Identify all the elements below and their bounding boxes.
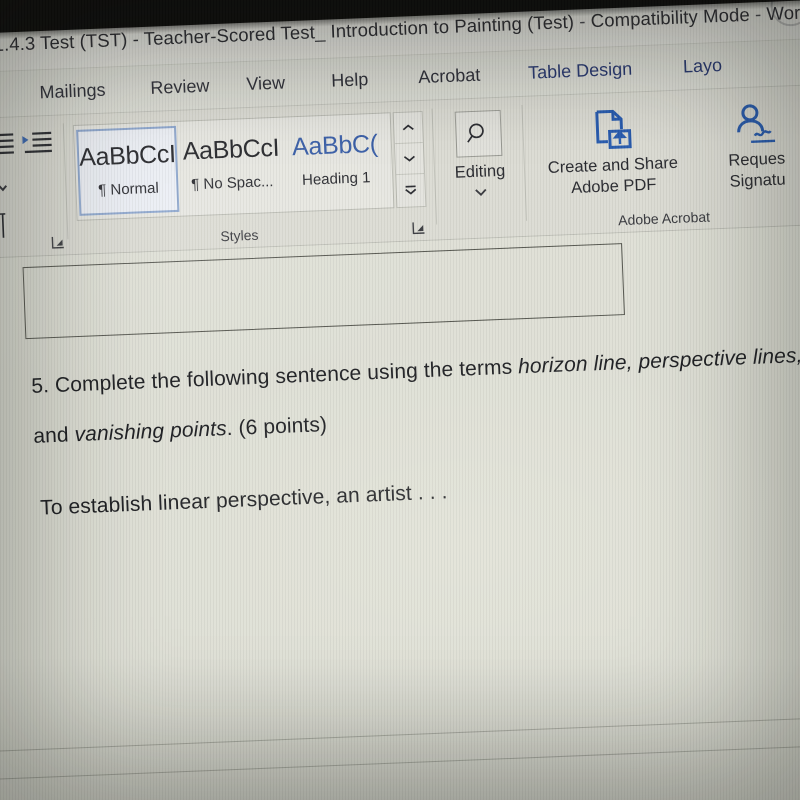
increase-indent-icon[interactable]	[19, 130, 54, 155]
title-compatibility-mode: Compatibility Mode	[590, 3, 751, 32]
request-signatures-icon	[694, 97, 800, 152]
style-item-heading-1[interactable]: AaBbC( Heading 1	[284, 118, 387, 208]
question-5-line2-prefix: and	[32, 423, 76, 448]
style-name-normal: ¶ Normal	[97, 179, 160, 200]
acrobat-group-label: Adobe Acrobat	[617, 208, 711, 229]
decrease-indent-icon[interactable]	[0, 131, 16, 156]
tab-table-design[interactable]: Table Design	[528, 59, 633, 84]
group-separator-editing	[521, 104, 528, 221]
editing-button-label: Editing	[454, 161, 506, 182]
tab-view[interactable]: View	[246, 72, 286, 95]
styles-dialog-launcher-icon[interactable]	[412, 221, 427, 236]
question-5-text-plain: 5. Complete the following sentence using…	[30, 355, 519, 398]
styles-gallery[interactable]: AaBbCcI ¶ Normal AaBbCcI ¶ No Spac... Aa…	[72, 112, 395, 221]
question-5-line-2: and vanishing points. (6 points)	[33, 413, 328, 449]
style-preview-no-spacing: AaBbCcI	[182, 133, 280, 166]
editing-button[interactable]: Editing	[447, 109, 513, 203]
page-rule-2	[0, 743, 800, 782]
tab-review[interactable]: Review	[150, 76, 210, 99]
question-5-points-value: . (6 points)	[226, 413, 328, 441]
style-name-heading-1: Heading 1	[301, 169, 371, 189]
document-area[interactable]: 5. Complete the following sentence using…	[0, 223, 800, 800]
empty-answer-table-cell[interactable]	[22, 243, 625, 340]
question-5-vanishing-points-italic: vanishing points	[74, 417, 228, 447]
styles-group-label: Styles	[220, 226, 259, 245]
style-preview-normal: AaBbCcI	[78, 139, 176, 172]
paragraph-dialog-launcher-icon[interactable]	[51, 235, 66, 250]
create-share-pdf-icon	[535, 102, 689, 158]
answer-prompt-line[interactable]: To establish linear perspective, an arti…	[40, 480, 448, 520]
tab-layout[interactable]: Layo	[683, 55, 723, 78]
group-separator-styles	[431, 108, 438, 225]
question-5-terms-italic: horizon line, perspective lines,	[517, 343, 800, 379]
request-signatures-button[interactable]: Reques Signatu	[694, 97, 800, 195]
title-separator-2: -	[754, 3, 762, 25]
search-magnifier-icon	[454, 109, 503, 158]
request-signatures-line2: Signatu	[729, 170, 786, 192]
tab-help[interactable]: Help	[331, 69, 369, 91]
chevron-down-icon[interactable]	[450, 182, 513, 202]
chevron-up-icon[interactable]	[393, 112, 423, 145]
word-application-window: 1.4.3 Test (TST) - Teacher-Scored Test_ …	[0, 0, 800, 800]
tab-acrobat[interactable]: Acrobat	[418, 65, 481, 88]
show-hide-paragraph-marks-icon[interactable]: ¶	[0, 208, 8, 242]
tab-mailings[interactable]: Mailings	[39, 80, 106, 104]
styles-gallery-scrollbar[interactable]	[392, 110, 427, 209]
question-5-line-1: 5. Complete the following sentence using…	[31, 344, 800, 399]
document-page: 5. Complete the following sentence using…	[0, 223, 800, 800]
create-and-share-adobe-pdf-button[interactable]: Create and Share Adobe PDF	[535, 102, 691, 201]
title-separator-1: -	[578, 10, 586, 32]
style-name-no-spacing: ¶ No Spac...	[190, 173, 274, 194]
style-item-no-spacing[interactable]: AaBbCcI ¶ No Spac...	[180, 122, 283, 212]
photo-of-screen: 1.4.3 Test (TST) - Teacher-Scored Test_ …	[0, 0, 800, 800]
style-preview-heading-1: AaBbC(	[291, 129, 379, 162]
title-document-name: 1.4.3 Test (TST) - Teacher-Scored Test_ …	[0, 10, 575, 56]
page-rule-1	[0, 715, 800, 754]
group-separator-paragraph	[62, 123, 69, 240]
style-item-normal[interactable]: AaBbCcI ¶ Normal	[76, 125, 180, 216]
line-and-paragraph-spacing-icon[interactable]	[0, 174, 8, 204]
chevron-down-icon[interactable]	[394, 142, 425, 176]
more-styles-icon[interactable]	[396, 174, 425, 206]
